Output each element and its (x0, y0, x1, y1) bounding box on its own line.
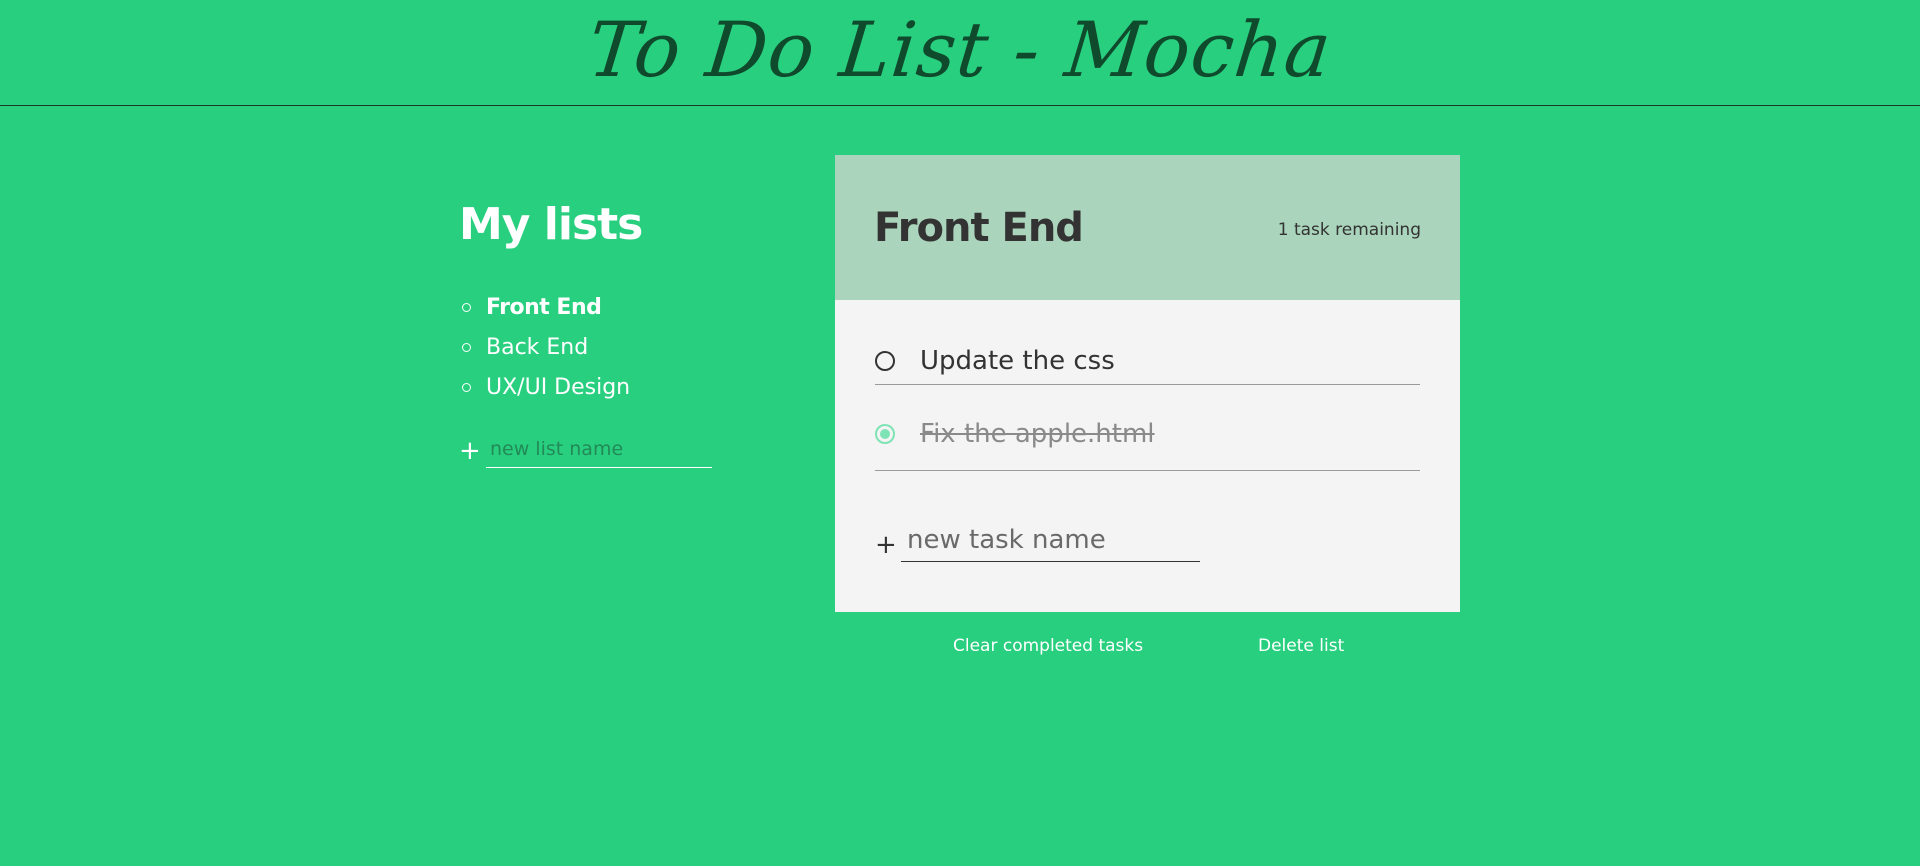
task-item-fix-apple-html[interactable]: Fix the apple.html (875, 386, 1420, 471)
new-task-input[interactable] (901, 518, 1200, 562)
todo-list-card: Front End 1 task remaining Update the cs… (835, 155, 1460, 612)
sidebar-item-back-end[interactable]: Back End (459, 328, 719, 368)
task-count: 1 task remaining (1277, 220, 1421, 240)
list-title: Front End (874, 205, 1084, 251)
sidebar-item-front-end[interactable]: Front End (459, 288, 719, 328)
task-checkbox-checked[interactable] (875, 424, 895, 444)
list-header: Front End 1 task remaining (835, 155, 1460, 300)
task-item-update-css[interactable]: Update the css (875, 300, 1420, 385)
list-collection: Front End Back End UX/UI Design (459, 288, 719, 408)
new-list-form: + (459, 430, 719, 470)
sidebar: My lists Front End Back End UX/UI Design… (459, 195, 719, 470)
delete-list-button[interactable]: Delete list (1258, 630, 1344, 662)
clear-completed-button[interactable]: Clear completed tasks (953, 630, 1143, 662)
new-task-form: + (875, 508, 1420, 578)
task-list: Update the css Fix the apple.html + (835, 300, 1460, 612)
add-task-plus-icon[interactable]: + (875, 532, 897, 558)
task-checkbox-unchecked[interactable] (875, 351, 895, 371)
list-actions: Clear completed tasks Delete list (835, 630, 1460, 662)
add-list-plus-icon[interactable]: + (459, 438, 481, 464)
sidebar-item-ux-ui-design[interactable]: UX/UI Design (459, 368, 719, 408)
app-header: To Do List - Mocha (0, 0, 1920, 106)
app-title: To Do List - Mocha (584, 5, 1336, 94)
task-label: Update the css (920, 346, 1115, 376)
sidebar-title: My lists (459, 199, 643, 250)
task-label-completed: Fix the apple.html (920, 419, 1155, 449)
new-list-input[interactable] (486, 430, 712, 468)
